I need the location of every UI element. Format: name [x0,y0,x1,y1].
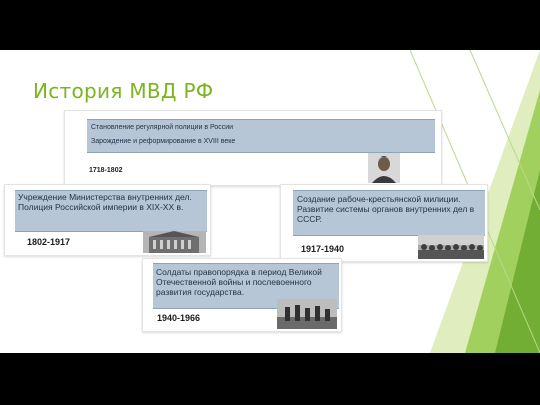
page-title: История МВД РФ [33,79,214,103]
soldiers-photo [277,299,337,329]
card-text: Солдаты правопорядка в период Великой От… [156,267,322,297]
timeline-card-left: Учреждение Министерства внутренних дел. … [4,184,211,256]
crowd-photo [418,235,484,259]
card-band: Учреждение Министерства внутренних дел. … [15,190,207,232]
card-years: 1802-1917 [27,237,71,247]
card-line-1: Становление регулярной полиции в России [91,124,234,131]
timeline-card-top: Становление регулярной полиции в России … [64,110,442,186]
timeline-card-right: Создание рабоче-крестьянской милиции. Ра… [280,184,488,262]
card-years: 1917-1940 [301,244,345,254]
portrait-icon [368,153,400,183]
card-band: Создание рабоче-крестьянской милиции. Ра… [293,190,485,236]
timeline-card-bottom: Солдаты правопорядка в период Великой От… [142,258,342,332]
footer-black-bar [0,353,540,405]
card-years: 1940-1966 [157,313,201,323]
building-photo [143,231,206,253]
card-text: Создание рабоче-крестьянской милиции. Ра… [297,194,475,224]
card-line-2: Зарождение и реформирование в XVIII веке [91,138,236,145]
slide: История МВД РФ Становление регулярной по… [0,50,540,353]
card-years: 1718-1802 [89,167,123,174]
card-band: Становление регулярной полиции в России … [87,119,435,153]
card-text: Учреждение Министерства внутренних дел. … [18,192,192,212]
